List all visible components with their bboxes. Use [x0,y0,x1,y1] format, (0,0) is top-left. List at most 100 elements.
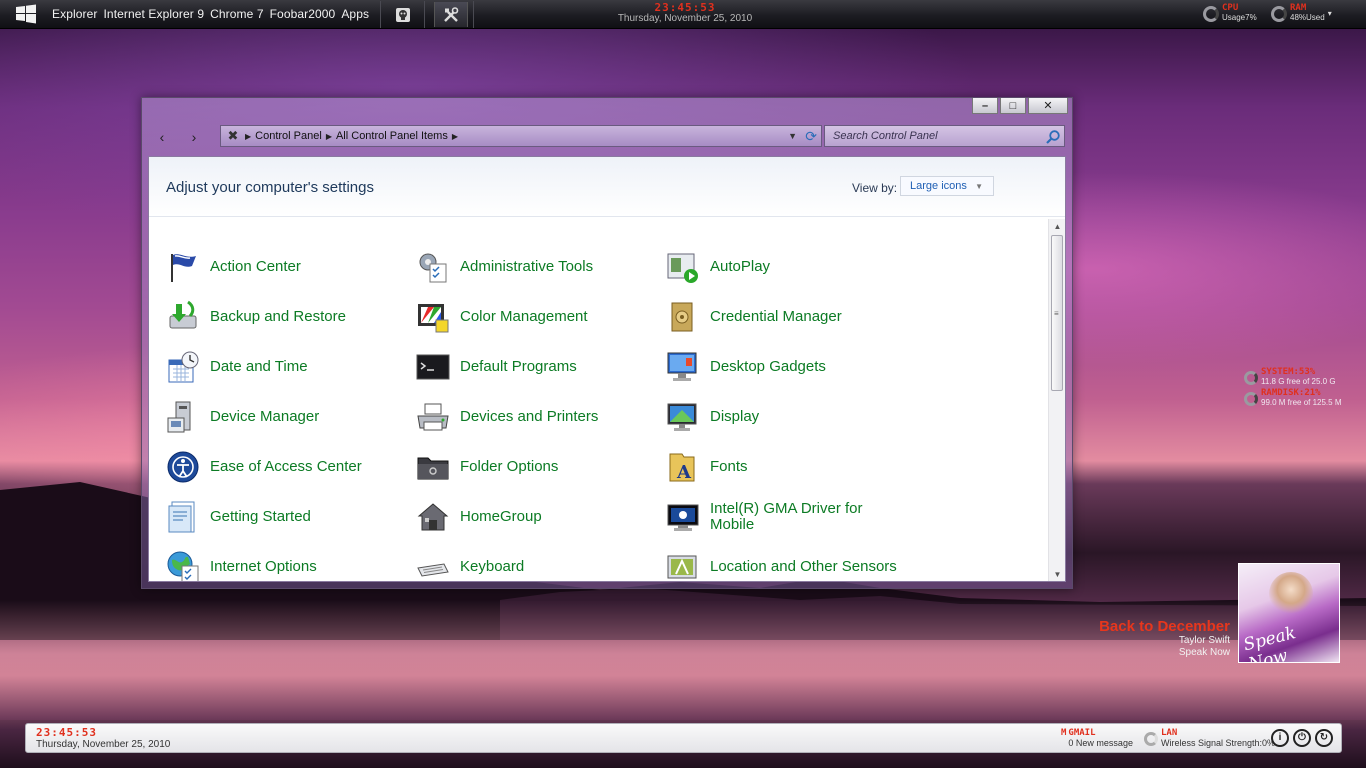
system-disk-label: SYSTEM:53% [1261,367,1316,377]
address-bar[interactable]: ✖ ▶ Control Panel ▶ All Control Panel It… [220,125,822,147]
item-label: HomeGroup [460,508,542,525]
item-folder-options[interactable]: Folder Options [416,447,656,487]
menu-internet-explorer[interactable]: Internet Explorer 9 [103,7,204,21]
item-label: Administrative Tools [460,258,594,275]
scroll-down-icon[interactable]: ▼ [1049,567,1065,581]
menu-explorer[interactable]: Explorer [52,7,97,21]
search-input[interactable]: Search Control Panel [824,125,1065,147]
control-panel-window: – □ ✕ ‹ › ✖ ▶ Control Panel ▶ All Contro… [141,97,1073,589]
item-fonts[interactable]: A Fonts [666,447,906,487]
item-location-sensors[interactable]: Location and Other Sensors [666,547,906,581]
item-device-manager[interactable]: Device Manager [166,397,406,437]
item-getting-started[interactable]: Getting Started [166,497,406,537]
system-disk-value: 11.8 G free of 25.0 G [1261,377,1336,386]
clock-time: 23:45:53 [654,1,716,14]
minimize-button[interactable]: – [972,98,998,114]
item-date-time[interactable]: Date and Time [166,347,406,387]
clock-date: Thursday, November 25, 2010 [617,13,753,24]
song-title: Back to December [1099,618,1230,635]
item-administrative-tools[interactable]: Administrative Tools [416,247,656,287]
globe-icon [166,550,200,581]
refresh-icon[interactable]: ⟳ [805,128,817,145]
address-dropdown-icon[interactable]: ▼ [788,131,797,141]
credential-vault-icon [666,300,700,334]
item-label: Fonts [710,458,748,475]
menu-apps[interactable]: Apps [341,7,369,21]
cpu-label: CPU [1222,3,1239,13]
view-by-dropdown[interactable]: Large icons ▼ [900,176,994,196]
gmail-m-icon: M [1061,728,1067,738]
bottom-clock-date: Thursday, November 25, 2010 [36,739,171,750]
ram-dropdown-icon[interactable]: ▾ [1328,9,1332,18]
device-manager-icon [166,400,200,434]
intel-gma-icon [666,500,700,534]
ramdisk-label: RAMDISK:21% [1261,388,1321,398]
item-devices-printers[interactable]: Devices and Printers [416,397,656,437]
item-backup-restore[interactable]: Backup and Restore [166,297,406,337]
tools-icon [444,6,459,22]
flag-icon [166,250,200,284]
album-art-figure [1269,572,1313,616]
scroll-thumb[interactable]: ≡ [1051,235,1063,391]
item-color-management[interactable]: Color Management [416,297,656,337]
breadcrumb-control-panel[interactable]: Control Panel [255,130,322,142]
printer-icon [416,400,450,434]
item-intel-gma[interactable]: Intel(R) GMA Driver for Mobile [666,497,906,537]
item-default-programs[interactable]: Default Programs [416,347,656,387]
search-icon[interactable] [1045,129,1061,145]
item-display[interactable]: Display [666,397,906,437]
scroll-up-icon[interactable]: ▲ [1049,219,1065,235]
item-action-center[interactable]: Action Center [166,247,406,287]
terminal-icon [416,350,450,384]
view-by-value: Large icons [910,180,967,192]
close-button[interactable]: ✕ [1028,98,1068,114]
vertical-scrollbar[interactable]: ▲ ≡ ▼ [1048,219,1065,581]
item-label: Color Management [460,308,588,325]
dock-divider [424,1,425,28]
content-pane: Adjust your computer's settings View by:… [148,156,1066,582]
album-art[interactable]: Speak Now [1238,563,1340,663]
ram-label: RAM [1290,3,1307,13]
item-label: Location and Other Sensors [710,558,897,575]
power-icon[interactable]: ⏻ [1293,729,1311,747]
breadcrumb-arrow-icon[interactable]: ▶ [326,132,332,141]
item-keyboard[interactable]: Keyboard [416,547,656,581]
breadcrumb-arrow-icon[interactable]: ▶ [245,132,251,141]
info-icon[interactable]: i [1271,729,1289,747]
item-label: Action Center [210,258,301,275]
dock-skull-button[interactable] [386,2,420,27]
breadcrumb-arrow-icon[interactable]: ▶ [452,132,458,141]
menu-chrome[interactable]: Chrome 7 [210,7,264,21]
item-homegroup[interactable]: HomeGroup [416,497,656,537]
dock-tools-button[interactable] [434,2,468,27]
restart-icon[interactable]: ↻ [1315,729,1333,747]
item-label: Internet Options [210,558,317,575]
maximize-button[interactable]: □ [1000,98,1026,114]
dock-divider [380,1,381,28]
cpu-gauge-icon [1203,5,1219,22]
item-autoplay[interactable]: AutoPlay [666,247,906,287]
item-internet-options[interactable]: Internet Options [166,547,406,581]
start-button[interactable] [14,3,38,25]
view-by-label: View by: [852,181,898,195]
item-desktop-gadgets[interactable]: Desktop Gadgets [666,347,906,387]
disk-gauge-icon [1244,391,1258,406]
item-ease-of-access[interactable]: Ease of Access Center [166,447,406,487]
forward-button[interactable]: › [185,128,203,146]
color-management-icon [416,300,450,334]
disk-gauge-icon [1244,370,1258,385]
item-credential-manager[interactable]: Credential Manager [666,297,906,337]
lan-widget[interactable]: LAN Wireless Signal Strength:0% [1144,728,1275,749]
gmail-label: GMAIL [1068,728,1096,738]
menu-foobar[interactable]: Foobar2000 [270,7,336,21]
item-label: Backup and Restore [210,308,346,325]
back-button[interactable]: ‹ [153,128,171,146]
window-controls: – □ ✕ [970,98,1068,114]
item-label: Getting Started [210,508,311,525]
cpu-value: Usage7% [1222,13,1257,22]
page-title: Adjust your computer's settings [166,179,374,196]
breadcrumb-all-items[interactable]: All Control Panel Items [336,130,448,142]
gmail-widget[interactable]: M GMAIL 0 New message [1061,728,1133,749]
desktop-gadgets-icon [666,350,700,384]
admin-tools-icon [416,250,450,284]
